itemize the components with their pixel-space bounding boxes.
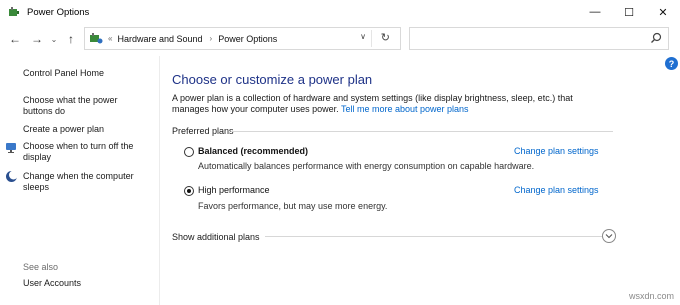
display-icon [6,143,16,153]
turn-off-display-line2: display [23,152,52,162]
preferred-plans-divider [231,131,613,132]
help-icon[interactable]: ? [665,57,678,70]
breadcrumb-hardware-and-sound[interactable]: Hardware and Sound [117,34,202,44]
refresh-button[interactable]: ↻ [381,31,390,44]
window-title: Power Options [27,6,90,18]
left-pane: Control Panel Home Choose what the power… [0,56,160,305]
control-panel-home-link[interactable]: Control Panel Home [23,68,104,79]
breadcrumb-overflow[interactable]: « [108,34,112,43]
choose-power-buttons-line1: Choose what the power [23,95,118,105]
balanced-radio[interactable] [184,147,194,157]
additional-plans-divider [265,236,603,237]
search-icon [651,32,662,43]
chevron-down-icon [605,234,613,239]
expand-additional-plans-button[interactable] [602,229,616,243]
balanced-change-settings-link[interactable]: Change plan settings [514,146,599,156]
breadcrumb-separator: › [209,34,213,43]
recent-locations-icon[interactable]: ⌄ [48,28,60,50]
back-button[interactable]: ← [4,28,26,50]
main-content: Choose or customize a power plan A power… [161,56,680,305]
power-options-icon [9,7,19,16]
user-accounts-link[interactable]: User Accounts [23,278,81,289]
turn-off-display-link[interactable]: Choose when to turn off the display [23,141,133,163]
high-performance-radio[interactable] [184,186,194,196]
forward-button[interactable]: → [26,28,48,50]
high-performance-change-settings-link[interactable]: Change plan settings [514,185,599,195]
navigation-bar: ← → ⌄ ↑ « Hardware and Sound › Power Opt… [0,24,680,54]
page-description: A power plan is a collection of hardware… [172,93,612,115]
sleep-moon-icon [6,170,18,182]
change-sleep-link[interactable]: Change when the computer sleeps [23,171,134,193]
breadcrumb-power-options[interactable]: Power Options [218,34,277,44]
search-input[interactable] [409,27,669,50]
high-performance-plan-description: Favors performance, but may use more ene… [198,201,388,211]
change-sleep-line1: Change when the computer [23,171,134,181]
control-panel-icon [90,32,103,43]
maximize-button[interactable]: ☐ [612,0,646,24]
tell-me-more-link[interactable]: Tell me more about power plans [341,104,469,114]
address-bar[interactable]: « Hardware and Sound › Power Options ∨ ↻ [84,27,401,50]
up-button[interactable]: ↑ [60,28,82,50]
choose-power-buttons-line2: buttons do [23,106,66,116]
address-dropdown-icon[interactable]: ∨ [360,32,366,41]
balanced-plan-description: Automatically balances performance with … [198,161,535,171]
address-divider [371,30,372,47]
create-power-plan-link[interactable]: Create a power plan [23,124,104,135]
balanced-plan-name[interactable]: Balanced (recommended) [198,146,308,156]
choose-power-buttons-link[interactable]: Choose what the power buttons do [23,95,118,117]
minimize-button[interactable]: — [578,0,612,24]
page-title: Choose or customize a power plan [172,72,373,87]
change-sleep-line2: sleeps [23,182,50,192]
watermark-text: wsxdn.com [628,291,674,301]
title-bar: Power Options — ☐ ✕ [0,0,680,24]
preferred-plans-heading: Preferred plans [172,126,234,136]
see-also-heading: See also [23,262,59,272]
turn-off-display-line1: Choose when to turn off the [23,141,134,151]
close-button[interactable]: ✕ [646,0,680,24]
show-additional-plans-label[interactable]: Show additional plans [172,232,260,242]
high-performance-plan-name[interactable]: High performance [198,185,270,195]
